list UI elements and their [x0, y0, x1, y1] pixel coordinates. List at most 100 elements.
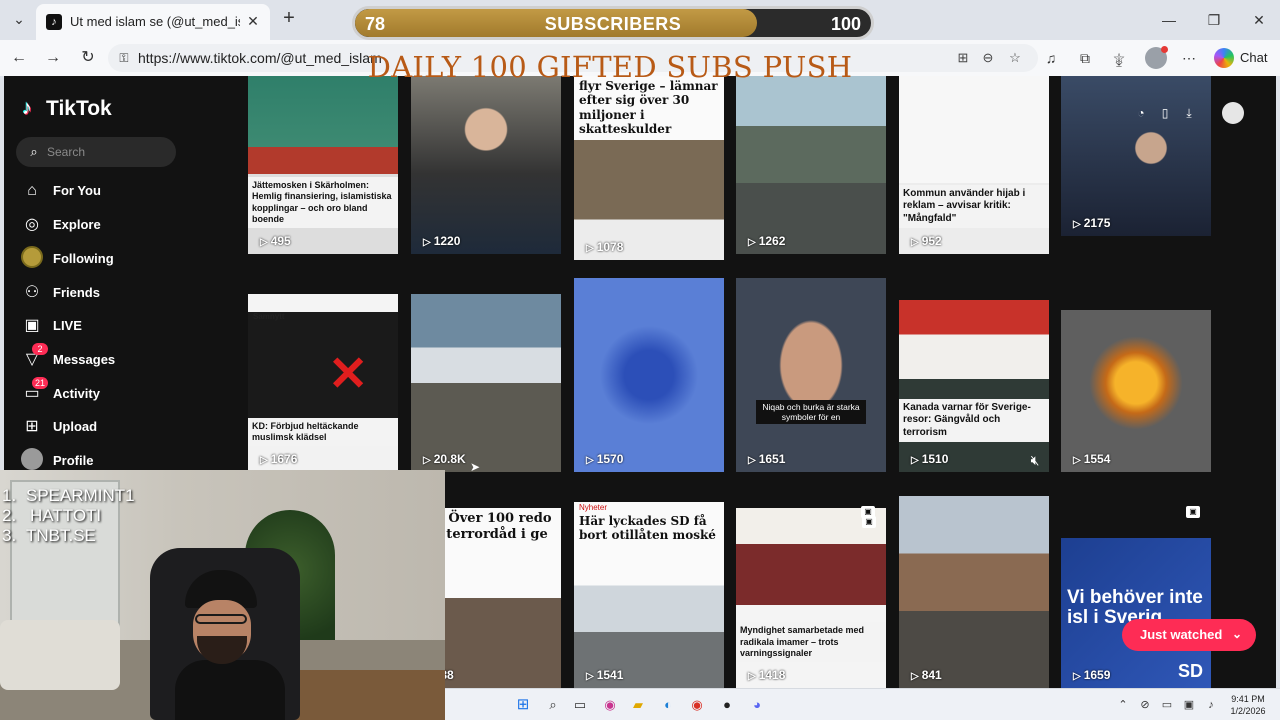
video-caption: Kommun använder hijab i reklam – avvisar… [899, 184, 1049, 228]
video-card[interactable]: Här lyckades SD få bort otillåten moské … [574, 502, 724, 688]
zoom-icon[interactable]: ⊖ [979, 49, 997, 67]
clock-time: 9:41 PM [1231, 694, 1265, 704]
just-watched-button[interactable]: Just watched ⌄ [1122, 619, 1256, 651]
webcam-overlay: 1. SPEARMINT1 2. HATTOTI 3. TNBT.SE [0, 470, 445, 720]
video-caption: Kanada varnar för Sverige-resor: Gängvål… [899, 398, 1049, 442]
tab-actions-chevron-icon[interactable]: ⌄ [8, 8, 30, 30]
view-count: ▷ 2175 [1073, 216, 1111, 230]
address-url[interactable]: https://www.tiktok.com/@ut_med_islam [138, 50, 382, 66]
sidebar-item-activity[interactable]: ▭ 21 Activity [20, 377, 220, 408]
video-card[interactable]: ▣ Myndighet samarbetade med radikala ima… [736, 508, 886, 688]
network-icon[interactable]: ▣ [1181, 697, 1197, 713]
logo-text: TikTok [46, 97, 112, 120]
video-card[interactable]: ▷ 20.8K [411, 294, 561, 472]
copilot-taskbar-icon[interactable]: ◉ [600, 695, 620, 715]
more-menu-icon[interactable]: ⋯ [1178, 47, 1200, 69]
tray-app-icon[interactable]: ⊘ [1137, 697, 1153, 713]
window-close-icon[interactable]: ✕ [1248, 9, 1270, 31]
forward-arrow-icon[interactable]: → [42, 47, 64, 69]
download-icon[interactable]: ⤓ [1180, 104, 1198, 122]
browser-tab[interactable]: ♪ Ut med islam se (@ut_med_islam) ✕ [36, 4, 270, 40]
subscriber-goal-bar: 78 SUBSCRIBERS 100 [352, 6, 874, 40]
sidebar-item-live[interactable]: ▣ LIVE [20, 312, 220, 340]
video-card[interactable]: Vi behöver inte isl i Sverig SD ▷ 1659 [1061, 538, 1211, 688]
sidebar-item-label: Upload [53, 419, 98, 434]
refresh-icon[interactable]: ↻ [77, 47, 99, 69]
sidebar-item-label: Following [53, 251, 114, 266]
copilot-chat-button[interactable]: Chat [1210, 45, 1272, 71]
speed-icon[interactable]: ◔ [1132, 104, 1150, 122]
downloads-icon[interactable]: ⤓ [1108, 51, 1130, 73]
sidebar-item-following[interactable]: Following [20, 245, 220, 273]
minimize-icon[interactable]: — [1158, 9, 1180, 31]
tab-title: Ut med islam se (@ut_med_islam) [70, 14, 240, 29]
muted-speaker-icon[interactable]: 🔇︎ [1025, 452, 1045, 468]
site-info-icon[interactable]: ⚿ [116, 50, 132, 66]
sidebar-item-upload[interactable]: ⊞ Upload [20, 413, 220, 441]
obs-icon[interactable]: ● [717, 695, 737, 715]
sidebar-item-for-you[interactable]: ⌂ For You [20, 177, 220, 205]
edge-icon[interactable]: ◐ [658, 695, 678, 715]
mouse-cursor-icon: ➤ [470, 460, 481, 474]
favorite-star-icon[interactable]: ☆ [1006, 49, 1024, 67]
task-view-icon[interactable]: ▭ [570, 695, 590, 715]
news-label: Nyheter [579, 503, 608, 512]
view-count: ▷ 1541 [586, 668, 624, 682]
sidebar-item-friends[interactable]: ⚇ Friends [20, 279, 220, 307]
gifter-rank: 2. [2, 506, 17, 525]
copilot-label: Chat [1240, 50, 1268, 65]
streamer-glasses [195, 614, 247, 624]
chrome-icon[interactable]: ◉ [687, 695, 707, 715]
view-count: ▷ 20.8K [423, 452, 466, 466]
view-count: ▷ 1418 [748, 668, 786, 682]
view-count: ▷ 1651 [748, 452, 786, 466]
sidebar-item-explore[interactable]: ◎ Explore [20, 211, 220, 239]
video-card[interactable]: flyr Sverige – lämnar efter sig över 30 … [574, 76, 724, 260]
tray-display-icon[interactable]: ▭ [1159, 697, 1175, 713]
video-card[interactable]: Jättemosken i Skärholmen: Hemlig finansi… [248, 76, 398, 254]
red-x-icon: ✕ [328, 348, 369, 401]
sidebar-item-messages[interactable]: ▽ 2 Messages [20, 343, 220, 374]
media-icon[interactable]: ♫ [1040, 47, 1062, 69]
new-tab-plus-icon[interactable]: + [278, 8, 300, 30]
video-card[interactable]: Kommun använder hijab i reklam – avvisar… [899, 76, 1049, 254]
video-thumbnail [736, 76, 886, 254]
video-card[interactable]: Niqab och burka är starka symboler för e… [736, 278, 886, 472]
video-caption: Myndighet samarbetade med radikala imame… [736, 622, 886, 662]
split-screen-icon[interactable]: ⧉ [1074, 47, 1096, 69]
volume-icon[interactable]: ♪ [1203, 697, 1219, 713]
app-available-icon[interactable]: ⊞ [954, 49, 972, 67]
subscriber-goal: 100 [830, 14, 861, 34]
video-card[interactable]: ▷ 1262 [736, 76, 886, 254]
compass-icon: ◎ [25, 216, 39, 233]
taskbar-clock[interactable]: 9:41 PM 1/2/2026 [1223, 693, 1273, 717]
tray-overflow-chevron-icon[interactable]: ⌃ [1115, 697, 1131, 713]
play-icon: ▷ [911, 237, 919, 248]
video-card[interactable]: Kanada varnar för Sverige-resor: Gängvål… [899, 300, 1049, 472]
view-count: ▷ 841 [911, 668, 942, 682]
tab-close-icon[interactable]: ✕ [244, 12, 262, 30]
clock-date: 1/2/2026 [1230, 706, 1266, 716]
search-input[interactable]: ⌕ Search [16, 137, 176, 167]
video-card[interactable]: Samnytt ✕ KD: Förbjud heltäckande muslim… [248, 294, 398, 472]
restore-icon[interactable]: ❐ [1203, 9, 1225, 31]
video-card[interactable]: ▷ 1554 [1061, 310, 1211, 472]
back-arrow-icon[interactable]: ← [8, 47, 30, 69]
taskbar-search-icon[interactable]: ⌕ [543, 695, 563, 715]
discord-icon[interactable]: ◕ [747, 695, 767, 715]
file-explorer-icon[interactable]: ▰ [628, 695, 648, 715]
windows-start-icon[interactable]: ⊞ [513, 695, 533, 715]
view-count: ▷ 1676 [260, 452, 298, 466]
creator-avatar[interactable] [1222, 102, 1244, 124]
tiktok-favicon-icon: ♪ [46, 14, 62, 30]
video-card[interactable]: ▷ 1570 [574, 278, 724, 472]
play-icon: ▷ [911, 671, 919, 682]
play-icon: ▷ [748, 455, 756, 466]
video-card[interactable]: ▷ 1220 [411, 76, 561, 254]
phone-icon[interactable]: ▯ [1156, 104, 1174, 122]
play-icon: ▷ [423, 455, 431, 466]
sidebar-item-label: Profile [53, 453, 94, 468]
following-avatar-icon [21, 246, 43, 268]
profile-icon [21, 448, 43, 470]
video-card[interactable]: ▷ 841 [899, 496, 1049, 688]
